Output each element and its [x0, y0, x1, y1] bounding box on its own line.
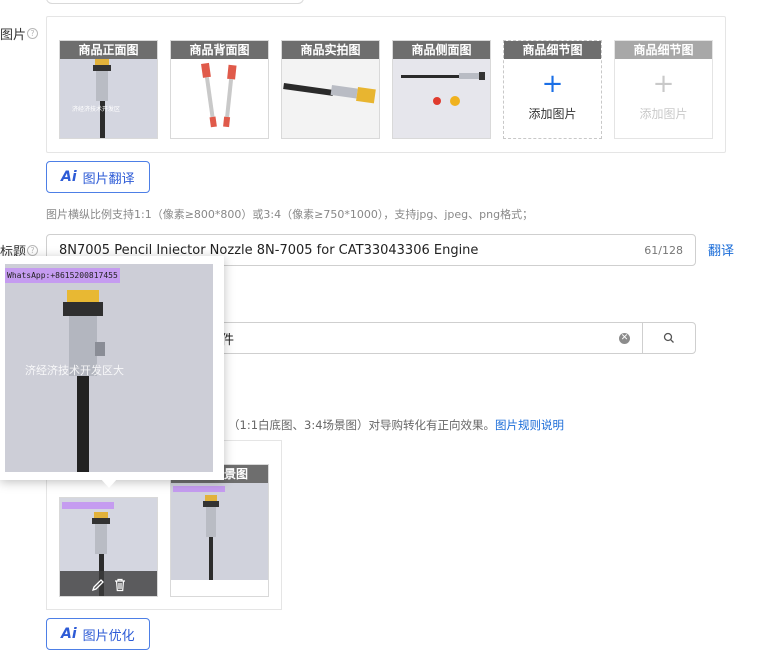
help-icon[interactable]: ? [27, 28, 38, 39]
image-preview-popup: WhatsApp:+8615200817455 济经济技术开发区大 [0, 256, 224, 480]
image-slot-detail-disabled: 商品细节图 + 添加图片 [614, 40, 713, 139]
nozzle-side-image [393, 59, 490, 138]
image-rules-link[interactable]: 图片规则说明 [495, 418, 564, 432]
search-button[interactable] [642, 322, 696, 354]
slot-label: 商品侧面图 [393, 41, 490, 59]
whatsapp-watermark: WhatsApp:+8615200817455 [5, 268, 120, 283]
category-input[interactable]: 件 ✕ [200, 322, 642, 354]
product-photo [171, 483, 268, 580]
scene-image-slot[interactable]: 景图 [170, 464, 269, 597]
product-photo [60, 498, 157, 596]
svg-text:济经济技术开发区: 济经济技术开发区 [72, 105, 120, 113]
title-char-counter: 61/128 [644, 243, 683, 257]
ai-icon: Ai [61, 169, 77, 185]
images-label: 图片 [0, 28, 27, 43]
image-slot-front[interactable]: 商品正面图 济经济技术开发区 [59, 40, 158, 139]
delete-icon[interactable] [113, 578, 127, 592]
text-watermark: 济经济技术开发区大 [25, 364, 124, 377]
image-slot-back[interactable]: 商品背面图 [170, 40, 269, 139]
product-photo: 济经济技术开发区 [60, 59, 157, 138]
add-image-label: 添加图片 [528, 107, 577, 121]
slot-label: 商品正面图 [60, 41, 157, 59]
search-icon [663, 332, 674, 343]
product-photo [282, 59, 379, 138]
add-image-label: 添加图片 [639, 107, 688, 121]
popup-arrow [100, 478, 118, 488]
slot-label: 商品细节图 [504, 41, 601, 59]
conversion-hint: （1:1白底图、3:4场景图）对导购转化有正向效果。图片规则说明 [228, 417, 564, 433]
nozzle-front-image: 济经济技术开发区 [60, 59, 157, 138]
slot-label: 商品细节图 [615, 41, 712, 59]
image-slot-detail[interactable]: 商品细节图 + 添加图片 [503, 40, 602, 139]
preview-photo: WhatsApp:+8615200817455 济经济技术开发区大 [5, 264, 213, 472]
image-action-bar [60, 571, 157, 596]
conversion-hint-text: （1:1白底图、3:4场景图）对导购转化有正向效果。 [228, 418, 496, 432]
nozzle-back-image [171, 59, 268, 138]
product-photo [171, 59, 268, 138]
nozzle-real-image [282, 59, 379, 138]
product-photo [393, 59, 490, 138]
nozzle-scene-image [171, 483, 268, 580]
help-icon[interactable]: ? [27, 245, 38, 256]
top-input-field[interactable] [46, 0, 304, 4]
slot-label: 商品背面图 [171, 41, 268, 59]
image-ratio-hint: 图片横纵比例支持1:1（像素≥800*800）或3:4（像素≥750*1000）… [46, 208, 534, 221]
clear-icon[interactable]: ✕ [619, 333, 630, 344]
image-slot-real[interactable]: 商品实拍图 [281, 40, 380, 139]
plus-icon: + [541, 69, 564, 99]
image-translate-label: 图片翻译 [82, 171, 135, 187]
edit-icon[interactable] [91, 578, 105, 592]
image-optimize-label: 图片优化 [82, 628, 135, 644]
title-translate-link[interactable]: 翻译 [708, 240, 734, 259]
add-image-button-disabled: + 添加图片 [615, 71, 712, 122]
image-optimize-button[interactable]: Ai 图片优化 [46, 618, 150, 650]
add-image-button[interactable]: + 添加图片 [504, 71, 601, 122]
image-translate-button[interactable]: Ai 图片翻译 [46, 161, 150, 193]
white-bg-image-slot[interactable] [59, 497, 158, 597]
ai-icon: Ai [61, 626, 77, 642]
image-slot-side[interactable]: 商品侧面图 [392, 40, 491, 139]
plus-icon: + [652, 69, 675, 99]
slot-label: 商品实拍图 [282, 41, 379, 59]
